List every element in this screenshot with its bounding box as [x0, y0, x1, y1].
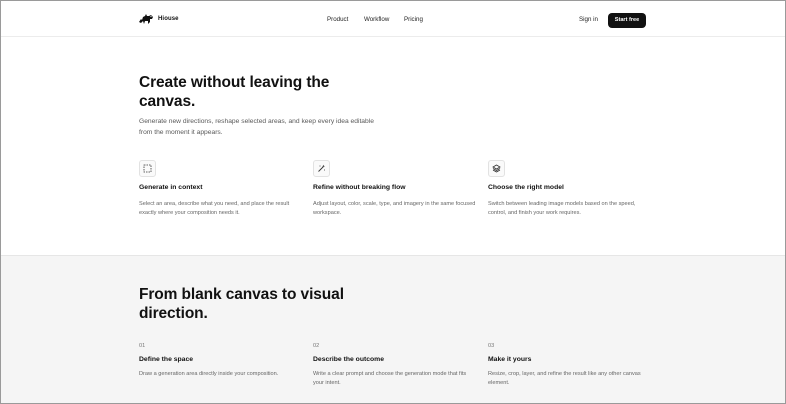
- nav-link-pricing[interactable]: Pricing: [404, 16, 423, 23]
- brand-name: Hiouse: [158, 16, 179, 22]
- selection-square-icon: [139, 160, 156, 177]
- sign-in-link[interactable]: Sign in: [579, 16, 598, 23]
- feature-title: Choose the right model: [488, 184, 564, 191]
- process-step: 01 Define the space Draw a generation ar…: [139, 343, 309, 377]
- nav-link-product[interactable]: Product: [327, 16, 348, 23]
- hero-description: Generate new directions, reshape selecte…: [139, 118, 374, 136]
- brand-logo[interactable]: Hiouse: [138, 13, 179, 25]
- step-number: 01: [139, 343, 146, 349]
- step-title: Describe the outcome: [313, 356, 385, 363]
- horse-logo-icon: [139, 14, 153, 24]
- start-free-button[interactable]: Start free: [608, 13, 646, 28]
- feature-description: Adjust layout, color, scale, type, and i…: [313, 201, 476, 216]
- step-description: Write a clear prompt and choose the gene…: [313, 371, 467, 386]
- magic-wand-icon: [313, 160, 330, 177]
- step-description: Draw a generation area directly inside y…: [139, 371, 279, 377]
- process-title: From blank canvas to visual direction.: [139, 286, 344, 322]
- step-title: Define the space: [139, 356, 194, 363]
- process-step: 02 Describe the outcome Write a clear pr…: [313, 343, 483, 386]
- process-step: 03 Make it yours Resize, crop, layer, an…: [488, 343, 658, 386]
- layers-icon: [488, 160, 505, 177]
- nav-link-workflow[interactable]: Workflow: [364, 16, 389, 23]
- feature-card: Choose the right model Switch between le…: [488, 160, 658, 216]
- feature-title: Refine without breaking flow: [313, 184, 406, 191]
- step-number: 03: [488, 343, 495, 349]
- feature-description: Select an area, describe what you need, …: [139, 201, 290, 216]
- feature-title: Generate in context: [139, 184, 203, 191]
- page: Hiouse Product Workflow Pricing Sign in …: [0, 0, 786, 404]
- step-description: Resize, crop, layer, and refine the resu…: [488, 371, 641, 386]
- step-number: 02: [313, 343, 320, 349]
- top-nav-bar: Hiouse Product Workflow Pricing Sign in …: [1, 1, 785, 37]
- feature-card: Refine without breaking flow Adjust layo…: [313, 160, 483, 216]
- feature-description: Switch between leading image models base…: [488, 201, 636, 216]
- step-title: Make it yours: [488, 356, 532, 363]
- hero-title: Create without leaving the canvas.: [139, 74, 330, 110]
- feature-card: Generate in context Select an area, desc…: [139, 160, 309, 216]
